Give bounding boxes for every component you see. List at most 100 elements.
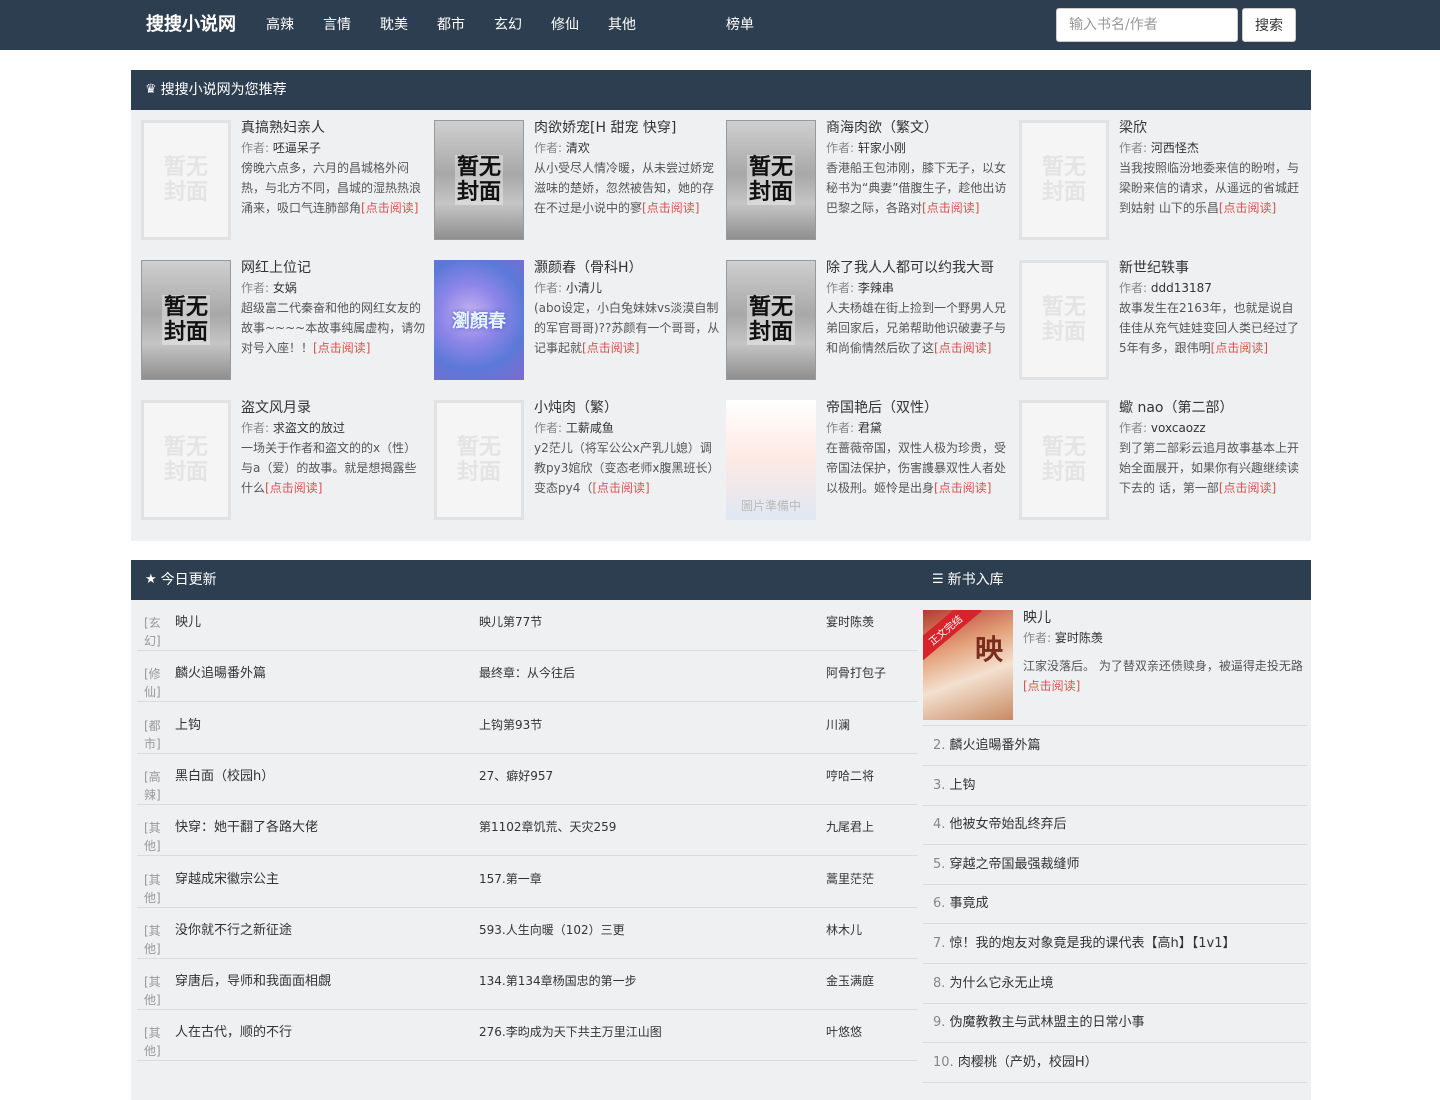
- read-more-link[interactable]: [点击阅读]: [1023, 679, 1080, 693]
- read-more-link[interactable]: [点击阅读]: [1211, 341, 1268, 355]
- newbook-featured[interactable]: 正文完结 映 映儿 作者: 宴时陈羡 江家没落后。 为了替双亲还债赎身，被逼得走…: [923, 610, 1307, 726]
- row-category[interactable]: [高辣]: [144, 768, 164, 804]
- book-cover[interactable]: 暂无封面: [1019, 120, 1109, 240]
- book-title[interactable]: 肉欲娇宠[H 甜宠 快穿]: [534, 120, 720, 136]
- book-card[interactable]: 暂无封面 新世纪轶事 作者: ddd13187 故事发生在2163年，也就是说自佳佳从…: [1019, 260, 1305, 380]
- book-cover[interactable]: 暂无封面: [434, 400, 524, 520]
- book-title[interactable]: 新世纪轶事: [1119, 260, 1305, 276]
- book-title[interactable]: 帝国艳后（双性）: [826, 400, 1012, 416]
- book-title[interactable]: 梁欣: [1119, 120, 1305, 136]
- search-button[interactable]: 搜索: [1242, 8, 1296, 42]
- row-book-name[interactable]: 黑白面（校园h）: [175, 768, 274, 786]
- nav-danmei[interactable]: 耽美: [380, 0, 408, 50]
- row-chapter[interactable]: 27、癖好957: [479, 768, 553, 784]
- book-cover[interactable]: 暂无封面: [141, 120, 231, 240]
- row-category[interactable]: [其他]: [144, 1024, 164, 1060]
- row-book-name[interactable]: 麟火追暘番外篇: [175, 665, 266, 683]
- book-cover[interactable]: 暂无封面: [141, 400, 231, 520]
- item-title[interactable]: 伪魔教教主与武林盟主的日常小事: [950, 1015, 1145, 1030]
- book-card[interactable]: 暂无封面 商海肉欲（繁文） 作者: 轩家小刚 香港船王包沛刚，膝下无子，以女秘书为“典…: [726, 120, 1012, 240]
- row-book-name[interactable]: 上钩: [175, 717, 201, 735]
- row-category[interactable]: [都市]: [144, 717, 164, 753]
- list-item[interactable]: 9. 伪魔教教主与武林盟主的日常小事: [923, 1003, 1307, 1044]
- item-title[interactable]: 穿越之帝国最强裁缝师: [950, 857, 1080, 872]
- book-title[interactable]: 灏颜春（骨科H）: [534, 260, 720, 276]
- row-chapter[interactable]: 上钩第93节: [479, 717, 542, 733]
- nav-xiuxian[interactable]: 修仙: [551, 0, 579, 50]
- row-book-name[interactable]: 穿越成宋徽宗公主: [175, 871, 279, 889]
- book-card[interactable]: 暂无封面 除了我人人都可以约我大哥 作者: 李辣串 人夫杨雄在街上捡到一个野男人兄弟回…: [726, 260, 1012, 380]
- read-more-link[interactable]: [点击阅读]: [1219, 201, 1276, 215]
- row-category[interactable]: [其他]: [144, 819, 164, 855]
- read-more-link[interactable]: [点击阅读]: [922, 201, 979, 215]
- row-category[interactable]: [玄幻]: [144, 614, 164, 650]
- row-category[interactable]: [其他]: [144, 922, 164, 958]
- newbook-cover[interactable]: 正文完结 映: [923, 610, 1013, 720]
- read-more-link[interactable]: [点击阅读]: [934, 481, 991, 495]
- read-more-link[interactable]: [点击阅读]: [265, 481, 322, 495]
- book-title[interactable]: 小炖肉（繁）: [534, 400, 720, 416]
- nav-rank[interactable]: 榜单: [726, 0, 754, 50]
- list-item[interactable]: 7. 惊！我的炮友对象竟是我的课代表【高h】【1v1】: [923, 924, 1307, 964]
- row-book-name[interactable]: 映儿: [175, 614, 201, 632]
- row-book-name[interactable]: 没你就不行之新征途: [175, 922, 292, 940]
- read-more-link[interactable]: [点击阅读]: [592, 481, 649, 495]
- list-item[interactable]: 5. 穿越之帝国最强裁缝师: [923, 845, 1307, 885]
- list-item[interactable]: 10. 肉樱桃（产奶，校园H）: [923, 1043, 1307, 1083]
- book-cover[interactable]: 瀏顏春: [434, 260, 524, 380]
- book-cover[interactable]: 暂无封面: [434, 120, 524, 240]
- item-title[interactable]: 麟火追暘番外篇: [950, 738, 1041, 753]
- book-cover[interactable]: 暂无封面: [726, 120, 816, 240]
- row-chapter[interactable]: 映儿第77节: [479, 614, 542, 630]
- list-item[interactable]: 4. 他被女帝始乱终弃后: [923, 805, 1307, 846]
- book-card[interactable]: 瀏顏春 灏颜春（骨科H） 作者: 小清儿 (abo设定，小白兔妹妹vs淡漠自制的军官哥…: [434, 260, 720, 380]
- nav-xuanhuan[interactable]: 玄幻: [494, 0, 522, 50]
- item-title[interactable]: 事竟成: [950, 896, 989, 911]
- list-item[interactable]: 8. 为什么它永无止境: [923, 964, 1307, 1004]
- row-chapter[interactable]: 最终章：从今往后: [479, 665, 575, 681]
- row-category[interactable]: [其他]: [144, 973, 164, 1009]
- read-more-link[interactable]: [点击阅读]: [934, 341, 991, 355]
- book-cover[interactable]: 暂无封面: [141, 260, 231, 380]
- book-title[interactable]: 盗文风月录: [241, 400, 427, 416]
- book-card[interactable]: 暂无封面 盗文风月录 作者: 求盗文的放过 一场关于作者和盗文的的x（性）与a（爱）的…: [141, 400, 427, 520]
- book-title[interactable]: 真搞熟妇亲人: [241, 120, 427, 136]
- read-more-link[interactable]: [点击阅读]: [582, 341, 639, 355]
- item-title[interactable]: 惊！我的炮友对象竟是我的课代表【高h】【1v1】: [950, 936, 1236, 951]
- book-card[interactable]: 暂无封面 真搞熟妇亲人 作者: 呸逼呆子 傍晚六点多，六月的昌城格外闷热，与北方不同，…: [141, 120, 427, 240]
- book-title[interactable]: 网红上位记: [241, 260, 427, 276]
- row-category[interactable]: [其他]: [144, 871, 164, 907]
- search-input[interactable]: [1056, 8, 1238, 42]
- nav-qita[interactable]: 其他: [608, 0, 636, 50]
- item-title[interactable]: 肉樱桃（产奶，校园H）: [958, 1055, 1098, 1070]
- read-more-link[interactable]: [点击阅读]: [642, 201, 699, 215]
- book-cover[interactable]: 暂无封面: [1019, 400, 1109, 520]
- book-title[interactable]: 除了我人人都可以约我大哥: [826, 260, 1012, 276]
- site-brand[interactable]: 搜搜小说网: [146, 0, 236, 50]
- row-chapter[interactable]: 157.第一章: [479, 871, 542, 887]
- item-title[interactable]: 上钩: [950, 778, 976, 793]
- book-card[interactable]: 暂无封面 肉欲娇宠[H 甜宠 快穿] 作者: 清欢 从小受尽人情冷暖，从未尝过娇宠滋味…: [434, 120, 720, 240]
- row-book-name[interactable]: 穿唐后，导师和我面面相覷: [175, 973, 331, 991]
- row-book-name[interactable]: 快穿：她干翻了各路大佬: [175, 819, 318, 837]
- item-title[interactable]: 为什么它永无止境: [950, 976, 1054, 991]
- row-chapter[interactable]: 276.李昀成为天下共主万里江山图: [479, 1024, 662, 1040]
- nav-dushi[interactable]: 都市: [437, 0, 465, 50]
- item-title[interactable]: 他被女帝始乱终弃后: [950, 817, 1067, 832]
- row-chapter[interactable]: 134.第134章杨国忠的第一步: [479, 973, 637, 989]
- read-more-link[interactable]: [点击阅读]: [361, 201, 418, 215]
- book-title[interactable]: 蠍 nao（第二部）: [1119, 400, 1305, 416]
- row-chapter[interactable]: 593.人生向暖（102）三更: [479, 922, 625, 938]
- book-card[interactable]: 暂无封面 小炖肉（繁） 作者: 工薪咸鱼 y2茫儿（将军公公x产乳儿媳）调教py3婠欣…: [434, 400, 720, 520]
- book-cover[interactable]: 圖片準備中: [726, 400, 816, 520]
- book-title[interactable]: 商海肉欲（繁文）: [826, 120, 1012, 136]
- book-card[interactable]: 暂无封面 梁欣 作者: 河西怪杰 当我按照临汾地委来信的盼咐，与梁盼来信的请求，从遥远…: [1019, 120, 1305, 240]
- row-chapter[interactable]: 第1102章饥荒、天灾259: [479, 819, 616, 835]
- book-cover[interactable]: 暂无封面: [1019, 260, 1109, 380]
- nav-yanqing[interactable]: 言情: [323, 0, 351, 50]
- newbook-title[interactable]: 映儿: [1023, 610, 1307, 626]
- nav-gaola[interactable]: 高辣: [266, 0, 294, 50]
- list-item[interactable]: 2. 麟火追暘番外篇: [923, 726, 1307, 766]
- row-book-name[interactable]: 人在古代，顺的不行: [175, 1024, 292, 1042]
- read-more-link[interactable]: [点击阅读]: [313, 341, 370, 355]
